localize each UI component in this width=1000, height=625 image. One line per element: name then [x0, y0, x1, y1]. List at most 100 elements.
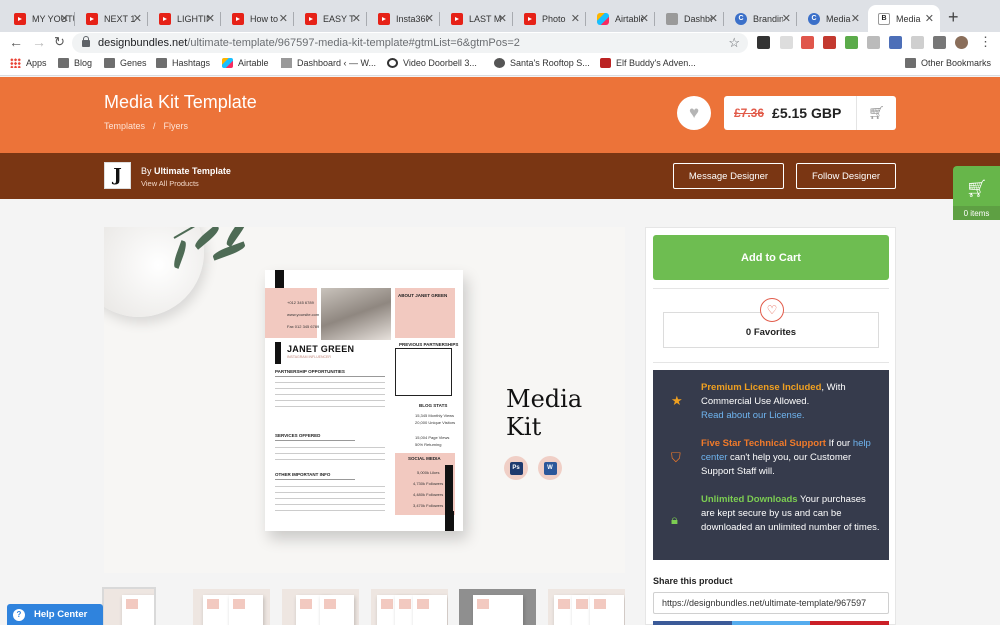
- close-tab-icon[interactable]: ✕: [133, 12, 142, 25]
- browser-tab[interactable]: Airtable ✕: [587, 5, 655, 32]
- extension-icon[interactable]: [889, 36, 902, 49]
- close-tab-icon[interactable]: ✕: [851, 12, 860, 25]
- bookmark-genes[interactable]: Genes: [104, 58, 147, 68]
- twitter-share-button[interactable]: [731, 621, 811, 625]
- puzzle-extensions-icon[interactable]: [933, 36, 946, 49]
- browser-tab[interactable]: EASY T ✕: [295, 5, 367, 32]
- message-designer-button[interactable]: Message Designer: [673, 163, 784, 189]
- preview-thumbnail[interactable]: [102, 587, 156, 625]
- bookmark-other[interactable]: Other Bookmarks: [905, 58, 991, 68]
- browser-tab[interactable]: LIGHTING ✕: [149, 5, 221, 32]
- bookmark-hashtags[interactable]: Hashtags: [156, 58, 210, 68]
- help-center-button[interactable]: ? Help Center: [7, 604, 103, 625]
- browser-tab[interactable]: How to ✕: [222, 5, 294, 32]
- designer-logo[interactable]: J: [104, 162, 131, 189]
- share-title: Share this product: [653, 576, 733, 586]
- old-price: £7.36: [734, 106, 765, 120]
- extension-icon[interactable]: [801, 36, 814, 49]
- profile-avatar[interactable]: [955, 36, 968, 49]
- follow-designer-button[interactable]: Follow Designer: [796, 163, 896, 189]
- license-info-panel: ★ Premium License Included, With Commerc…: [653, 370, 889, 560]
- preview-thumbnail[interactable]: [193, 589, 270, 625]
- close-tab-icon[interactable]: ✕: [571, 12, 580, 25]
- close-tab-icon[interactable]: ✕: [279, 12, 288, 25]
- preview-thumbnail[interactable]: [548, 589, 625, 625]
- close-tab-icon[interactable]: ✕: [709, 12, 718, 25]
- designer-name[interactable]: Ultimate Template: [154, 166, 231, 176]
- close-tab-icon[interactable]: ✕: [206, 12, 215, 25]
- favorite-heart-icon[interactable]: ♡: [760, 298, 784, 322]
- bookmark-blog[interactable]: Blog: [58, 58, 92, 68]
- bookmark-dashboard[interactable]: Dashboard ‹ — W...: [281, 58, 376, 68]
- browser-tab[interactable]: LAST M ✕: [441, 5, 513, 32]
- close-tab-icon[interactable]: ✕: [925, 12, 934, 25]
- word-icon: W: [538, 456, 562, 480]
- view-all-products-link[interactable]: View All Products: [141, 179, 199, 188]
- close-tab-icon[interactable]: ✕: [60, 12, 69, 25]
- share-url-field[interactable]: https://designbundles.net/ultimate-templ…: [653, 592, 889, 614]
- breadcrumb-flyers[interactable]: Flyers: [164, 121, 189, 131]
- close-tab-icon[interactable]: ✕: [782, 12, 791, 25]
- divider: [653, 288, 889, 289]
- extension-icon[interactable]: [867, 36, 880, 49]
- browser-tab-active[interactable]: B Media ✕: [868, 5, 940, 32]
- share-buttons[interactable]: [653, 621, 890, 625]
- preview-thumbnail[interactable]: [371, 589, 448, 625]
- reload-icon[interactable]: ↻: [54, 34, 65, 50]
- bookmark-elf-buddy[interactable]: Elf Buddy's Adven...: [600, 58, 696, 68]
- extension-icon[interactable]: [780, 36, 793, 49]
- page-title: Media Kit Template: [104, 92, 257, 112]
- read-license-link[interactable]: Read about our License.: [701, 410, 805, 421]
- ring-icon: [387, 58, 398, 68]
- profile-photo: [321, 288, 391, 340]
- shield-icon: ⛉: [671, 450, 681, 465]
- close-tab-icon[interactable]: ✕: [425, 12, 434, 25]
- browser-tab[interactable]: C Branding ✕: [725, 5, 797, 32]
- bookmark-star-icon[interactable]: ☆: [728, 35, 740, 51]
- extension-icon[interactable]: [845, 36, 858, 49]
- more-menu-icon[interactable]: ⋮: [979, 34, 992, 50]
- product-preview-image[interactable]: +012 345 6789 www.yoursite.com Fax 012 3…: [104, 227, 625, 573]
- browser-tab[interactable]: Photo ✕: [514, 5, 586, 32]
- preview-thumbnail[interactable]: [459, 589, 536, 625]
- browser-tab[interactable]: MY YOUTUBE ✕: [4, 5, 75, 32]
- lock-icon: 🔒︎: [671, 512, 678, 527]
- cart-item-count: 0 items: [953, 206, 1000, 220]
- browser-tab[interactable]: C Media ✕: [798, 5, 866, 32]
- bookmark-santas-rooftop[interactable]: Santa's Rooftop S...: [494, 58, 590, 68]
- facebook-share-button[interactable]: [653, 621, 732, 625]
- canva-icon: C: [808, 12, 820, 25]
- favorite-heart-button[interactable]: ♥: [677, 96, 711, 130]
- browser-tab[interactable]: Insta360 ✕: [368, 5, 440, 32]
- breadcrumb-templates[interactable]: Templates: [104, 121, 145, 131]
- pinterest-share-button[interactable]: [810, 621, 890, 625]
- close-tab-icon[interactable]: ✕: [640, 12, 649, 25]
- heart-icon: ♥: [688, 103, 700, 122]
- unlimited-downloads-text: Unlimited Downloads Your purchases are k…: [701, 494, 880, 533]
- header-cart-button[interactable]: 🛒︎: [856, 96, 896, 130]
- bookmark-airtable[interactable]: Airtable: [222, 58, 269, 68]
- bookmark-video-doorbell[interactable]: Video Doorbell 3...: [387, 58, 477, 68]
- close-tab-icon[interactable]: ✕: [352, 12, 361, 25]
- browser-tab[interactable]: Dashboard ✕: [656, 5, 724, 32]
- floating-cart-button[interactable]: 🛒︎ 0 items: [953, 166, 1000, 220]
- youtube-icon: [232, 12, 244, 25]
- extension-icon[interactable]: [911, 36, 924, 49]
- back-arrow-icon[interactable]: ←: [9, 34, 23, 50]
- dashboard-icon: [666, 12, 678, 25]
- browser-tab-strip: MY YOUTUBE ✕ NEXT 1 ✕ LIGHTING ✕ How to …: [0, 0, 1000, 32]
- breadcrumb: Templates / Flyers: [104, 121, 188, 131]
- technical-support-text: Five Star Technical Support If our help …: [701, 438, 871, 477]
- youtube-icon: [305, 12, 317, 25]
- address-bar[interactable]: designbundles.net/ultimate-template/9675…: [72, 33, 748, 53]
- forward-arrow-icon[interactable]: →: [32, 34, 46, 50]
- preview-thumbnail[interactable]: [282, 589, 359, 625]
- add-to-cart-button[interactable]: Add to Cart: [653, 235, 889, 280]
- bookmark-apps[interactable]: Apps: [10, 58, 47, 68]
- extension-icon[interactable]: [757, 36, 770, 49]
- current-price: £5.15 GBP: [772, 105, 842, 121]
- extension-icon[interactable]: [823, 36, 836, 49]
- new-tab-plus-icon[interactable]: +: [948, 7, 959, 28]
- browser-tab[interactable]: NEXT 1 ✕: [76, 5, 148, 32]
- close-tab-icon[interactable]: ✕: [498, 12, 507, 25]
